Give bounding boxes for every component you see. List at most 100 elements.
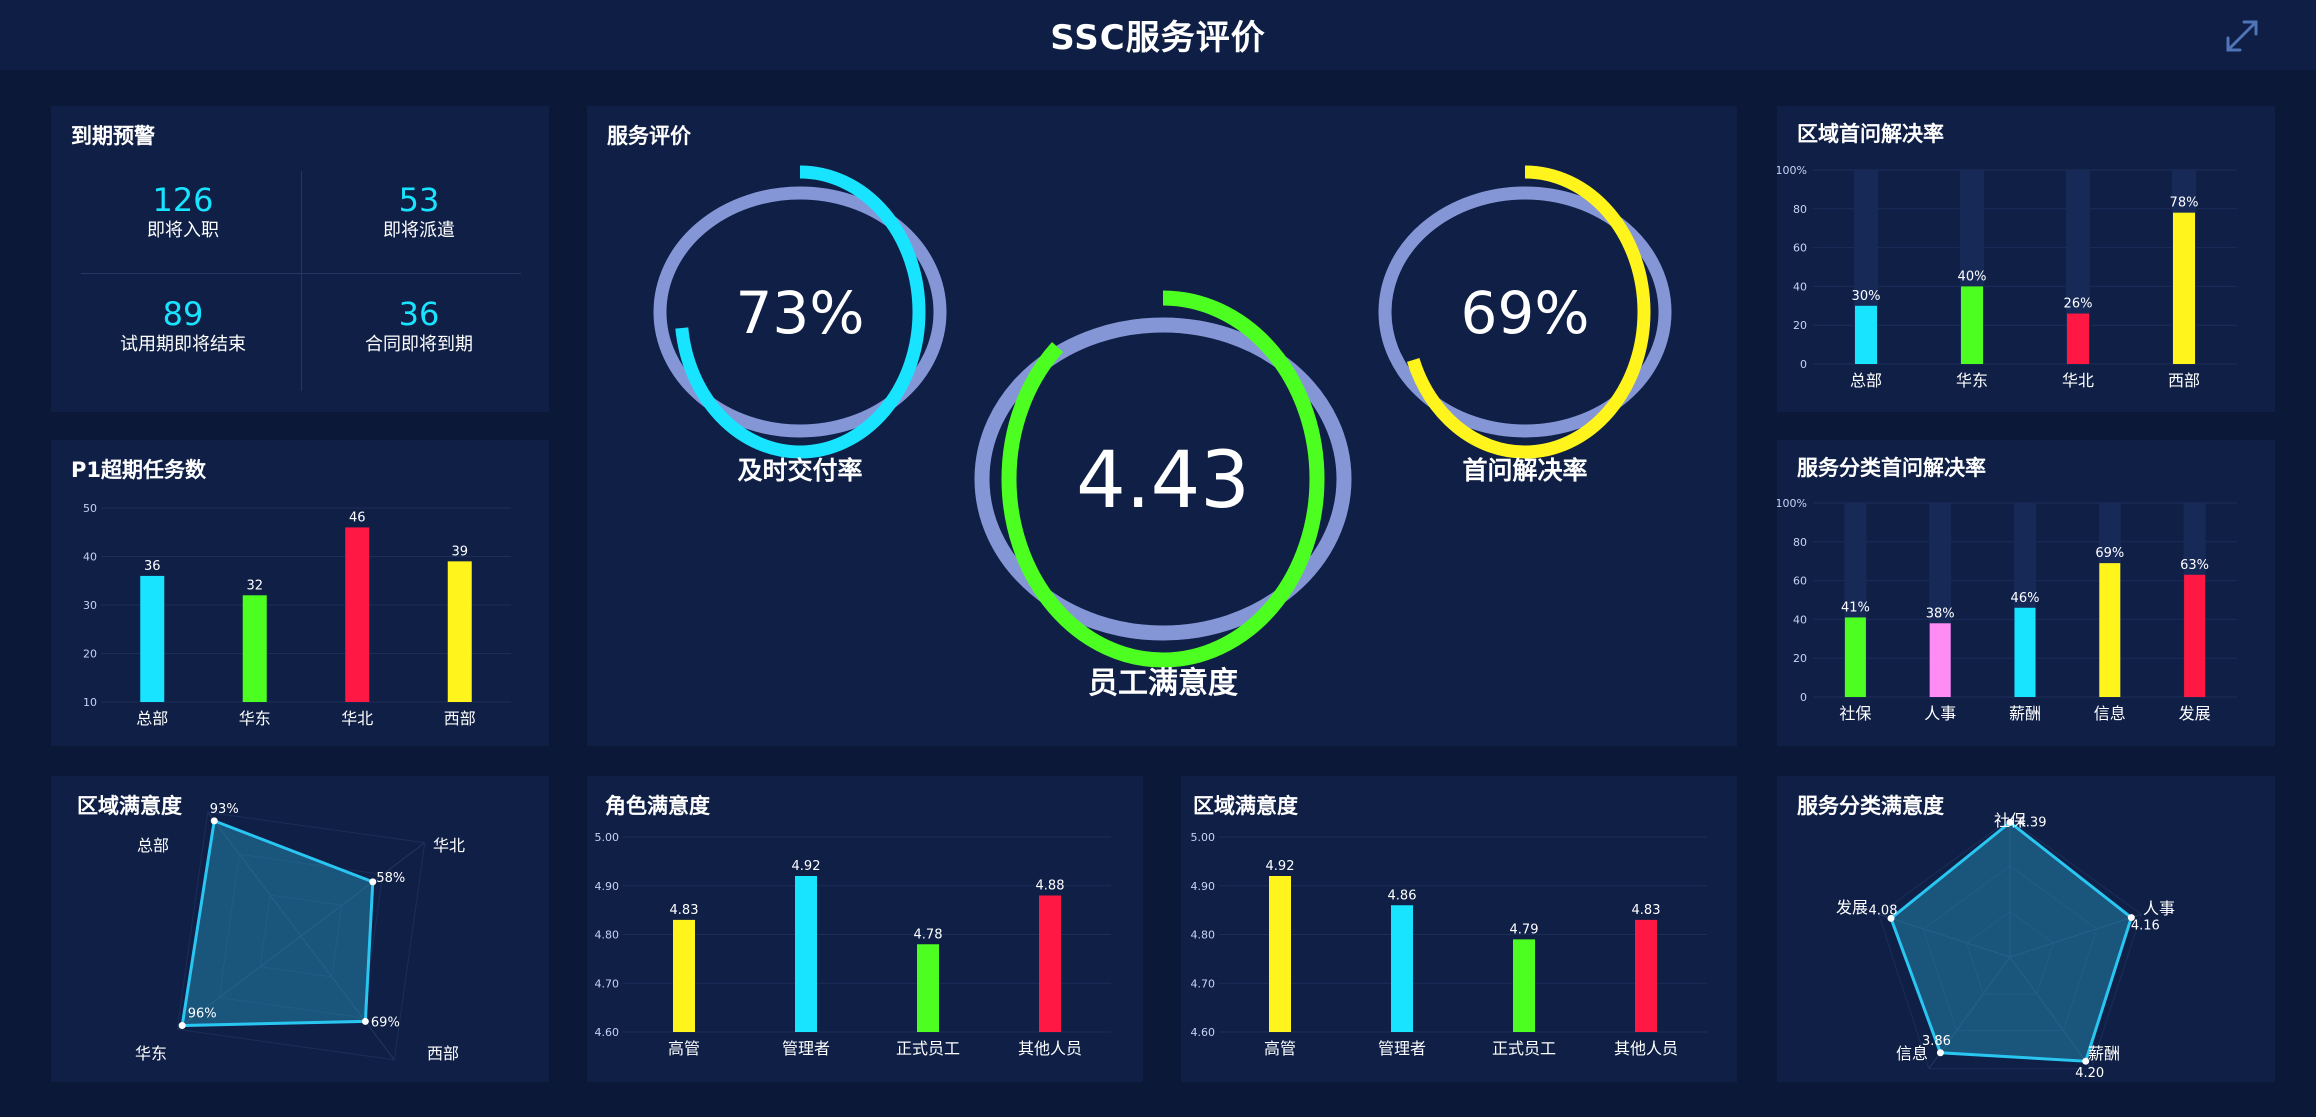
bar-高管	[1269, 876, 1291, 1032]
region-satisfaction-bar-panel: 区域满意度 4.60 4.70 4.80 4.90 5.00 4.92 高管 4.86 管理者 4…	[1181, 776, 1737, 1082]
bar-华东	[1961, 286, 1983, 364]
x-tick-label: 西部	[444, 709, 476, 728]
y-tick-label: 40	[83, 551, 97, 564]
bar-薪酬	[2014, 607, 2036, 697]
gauge-value-timely: 73%	[736, 279, 865, 347]
alert-item-probation[interactable]: 89 试用期即将结束	[83, 295, 283, 357]
alert-item-dispatch[interactable]: 53 即将派遣	[319, 181, 519, 243]
header-bar: SSC服务评价	[0, 0, 2316, 70]
bar-华北	[345, 527, 370, 702]
y-tick-label: 50	[83, 502, 97, 515]
y-tick-label: 5.00	[595, 831, 620, 844]
x-tick-label: 华东	[239, 709, 271, 728]
alert-value: 36	[398, 295, 440, 333]
bar-value-label: 69%	[2095, 546, 2124, 561]
bar-华北	[2067, 313, 2089, 364]
gauge-label-first: 首问解决率	[1462, 456, 1587, 485]
region-first-resolve-panel: 区域首问解决率 0 20 40 60 80 100% 30% 总部 40% 华东 26% 华北 78% 西…	[1777, 106, 2275, 412]
bar-高管	[673, 919, 695, 1032]
bar-西部	[2173, 212, 2195, 364]
y-tick-label: 4.80	[1191, 929, 1216, 942]
bar-value-label: 36	[144, 559, 161, 574]
bar-value-label: 30%	[1852, 289, 1881, 304]
y-tick-label: 80	[1793, 203, 1807, 216]
radar-value-label: 96%	[188, 1007, 217, 1022]
alert-label: 即将入职	[147, 220, 219, 241]
radar-axis-label: 总部	[137, 836, 169, 855]
region-first-resolve-chart: 0 20 40 60 80 100% 30% 总部 40% 华东 26% 华北 78% 西部	[1777, 164, 2237, 390]
service-gauges: 73% 及时交付率 4.43 员工满意度 69% 首问解决率	[653, 165, 1672, 701]
alert-value: 126	[152, 181, 214, 219]
radar-axis-label: 人事	[2143, 899, 2175, 918]
bar-value-label: 41%	[1841, 600, 1870, 615]
x-tick-label: 其他人员	[1018, 1039, 1082, 1058]
bar-发展	[2184, 574, 2206, 697]
x-tick-label: 总部	[136, 709, 168, 728]
bar-value-label: 4.88	[1036, 879, 1065, 894]
alert-value: 53	[398, 181, 440, 219]
y-tick-label: 20	[83, 648, 97, 661]
radar-value-label: 4.20	[2075, 1066, 2104, 1081]
bar-正式员工	[1513, 939, 1535, 1032]
bar-value-label: 4.92	[792, 859, 821, 874]
radar-axis-label: 社保	[1994, 811, 2026, 830]
bar-value-label: 38%	[1926, 606, 1955, 621]
bar-value-label: 26%	[2064, 297, 2093, 312]
divider-horizontal	[81, 273, 521, 274]
bar-value-label: 39	[451, 544, 468, 559]
bar-总部	[1855, 305, 1877, 364]
x-tick-label: 华东	[1956, 371, 1988, 390]
bar-西部	[447, 561, 472, 702]
x-tick-label: 管理者	[782, 1039, 830, 1058]
radar-point	[369, 878, 377, 886]
y-tick-label: 20	[1793, 319, 1807, 332]
y-tick-label: 4.90	[595, 880, 620, 893]
bar-正式员工	[917, 944, 939, 1032]
bar-value-label: 46	[349, 510, 366, 525]
bar-value-label: 4.78	[914, 927, 943, 942]
x-tick-label: 高管	[1264, 1039, 1296, 1058]
category-satisfaction-radar-chart: 4.39社保4.16人事4.20薪酬3.86信息4.08发展	[1836, 811, 2175, 1081]
alert-item-contract[interactable]: 36 合同即将到期	[319, 295, 519, 357]
expiry-alert-title: 到期预警	[71, 124, 155, 148]
radar-axis-label: 薪酬	[2088, 1044, 2120, 1063]
x-tick-label: 薪酬	[2009, 704, 2041, 723]
y-tick-label: 80	[1793, 536, 1807, 549]
bar-总部	[140, 575, 165, 702]
radar-value-label: 4.08	[1869, 903, 1898, 918]
bar-value-label: 63%	[2180, 558, 2209, 573]
radar-axis-label: 华北	[433, 836, 465, 855]
x-tick-label: 社保	[1839, 704, 1871, 723]
category-first-resolve-panel: 服务分类首问解决率 0 20 40 60 80 100% 41% 社保 38% 人事 46% 薪酬 69…	[1777, 440, 2275, 746]
p1-overdue-chart: 10 20 30 40 50 36 总部 32 华东 46 华北 39 西部	[83, 502, 511, 728]
y-tick-label: 20	[1793, 652, 1807, 665]
bar-value-label: 4.92	[1266, 859, 1295, 874]
region-satisfaction-radar-chart: 93% 总部 58% 华北 69% 西部 96% 华东	[135, 802, 465, 1063]
region-satisfaction-bar-chart: 4.60 4.70 4.80 4.90 5.00 4.92 高管 4.86 管理者 4.79 正式员…	[1191, 831, 1707, 1058]
radar-value-label: 69%	[371, 1015, 400, 1030]
y-tick-label: 0	[1800, 358, 1807, 371]
alert-item-onboarding[interactable]: 126 即将入职	[83, 181, 283, 243]
y-tick-label: 4.70	[595, 977, 620, 990]
radar-shape	[1889, 820, 2134, 1063]
bar-管理者	[795, 876, 817, 1032]
y-tick-label: 60	[1793, 575, 1807, 588]
x-tick-label: 总部	[1850, 371, 1882, 390]
x-tick-label: 人事	[1924, 704, 1956, 723]
y-tick-label: 40	[1793, 613, 1807, 626]
bar-信息	[2099, 563, 2121, 697]
role-satisfaction-panel: 角色满意度 4.60 4.70 4.80 4.90 5.00 4.83 高管 4.92 管理者 4…	[587, 776, 1143, 1082]
expand-icon[interactable]	[2222, 16, 2262, 56]
y-tick-label: 4.60	[595, 1026, 620, 1039]
x-tick-label: 西部	[2168, 371, 2200, 390]
category-first-resolve-chart: 0 20 40 60 80 100% 41% 社保 38% 人事 46% 薪酬 69% 信息 63% 发展	[1777, 497, 2237, 723]
bar-value-label: 46%	[2011, 591, 2040, 606]
x-tick-label: 发展	[2179, 704, 2211, 723]
y-tick-label: 100%	[1777, 164, 1807, 177]
y-tick-label: 4.70	[1191, 977, 1216, 990]
p1-overdue-panel: P1超期任务数 10 20 30 40 50 36 总部 32 华东 46 华北 39 西部	[51, 440, 549, 746]
y-tick-label: 40	[1793, 280, 1807, 293]
gauge-label-satisfaction: 员工满意度	[1088, 666, 1238, 701]
x-tick-label: 其他人员	[1614, 1039, 1678, 1058]
x-tick-label: 管理者	[1378, 1039, 1426, 1058]
